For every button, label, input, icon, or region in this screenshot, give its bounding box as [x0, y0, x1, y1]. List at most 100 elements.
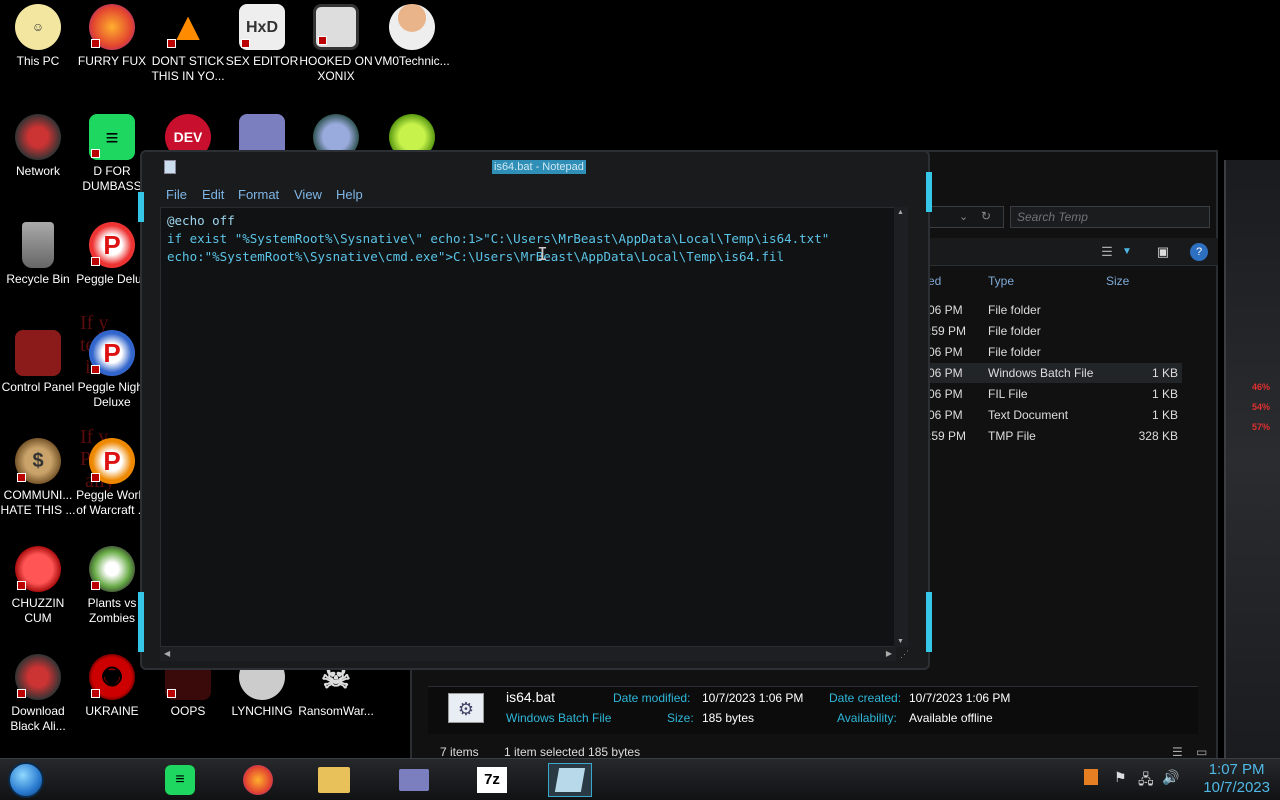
window-app-icon: [399, 769, 429, 791]
peggle-icon: P: [89, 222, 135, 268]
file-row[interactable]: :59 PM TMP File 328 KB: [928, 426, 1182, 446]
clock[interactable]: 1:07 PM 10/7/2023: [1203, 761, 1270, 797]
menu-view[interactable]: View: [294, 187, 322, 202]
desktop-icon-label: Recycle Bin: [6, 272, 70, 286]
desktop-icon-download-black-ali[interactable]: Download Black Ali...: [0, 654, 76, 734]
desktop-icon-furry-fux[interactable]: FURRY FUX: [74, 4, 150, 69]
file-row[interactable]: :59 PM File folder: [928, 321, 1182, 341]
help-icon[interactable]: ?: [1190, 243, 1208, 261]
scroll-left-icon[interactable]: ◀: [164, 649, 170, 658]
detail-modified: 10/7/2023 1:06 PM: [702, 691, 804, 705]
desktop-icon-chuzzin[interactable]: CHUZZIN CUM: [0, 546, 76, 626]
desktop-icon-recycle-bin[interactable]: Recycle Bin: [0, 222, 76, 287]
desktop-icon-peggle-delux[interactable]: P Peggle Delux: [74, 222, 150, 287]
scroll-down-icon[interactable]: ▼: [897, 638, 904, 645]
detail-size: 185 bytes: [702, 711, 755, 725]
detail-modified-label: Date modified:: [613, 691, 691, 705]
preview-pane-icon[interactable]: ▣: [1154, 243, 1172, 261]
taskbar-notepad[interactable]: [548, 763, 592, 797]
details-pane: ⚙ is64.bat Windows Batch File Date modif…: [428, 686, 1198, 734]
desktop-icon-control-panel[interactable]: Control Panel: [0, 330, 76, 395]
desktop-icon-label: DONT STICK THIS IN YO...: [151, 54, 225, 83]
vertical-scrollbar[interactable]: ▲ ▼: [894, 207, 908, 647]
peggle-wow-icon: P: [89, 438, 135, 484]
scroll-up-icon[interactable]: ▲: [897, 209, 904, 216]
doctor-icon: [389, 4, 435, 50]
scroll-right-icon[interactable]: ▶: [886, 649, 892, 658]
address-nav[interactable]: ⌄ ↻: [928, 206, 1004, 228]
volume-icon[interactable]: 🔊: [1162, 769, 1179, 786]
file-modified: :59 PM: [928, 429, 967, 443]
code-line: @echo off: [167, 213, 235, 228]
detail-size-label: Size:: [667, 711, 694, 725]
chevron-down-icon[interactable]: ▼: [1118, 243, 1136, 261]
menu-help[interactable]: Help: [336, 187, 363, 202]
column-date-modified[interactable]: ed: [928, 274, 941, 288]
column-size[interactable]: Size: [1106, 274, 1129, 288]
frame-accent: [138, 592, 144, 652]
view-options-icon[interactable]: ☰: [1098, 243, 1116, 261]
code-line: if exist "%SystemRoot%\Sysnative\" echo:…: [167, 231, 830, 246]
file-type: FIL File: [988, 387, 1028, 401]
menu-format[interactable]: Format: [238, 187, 279, 202]
desktop-icon-vm0technic[interactable]: VM0Technic...: [374, 4, 450, 69]
file-row-selected[interactable]: 06 PM Windows Batch File 1 KB: [928, 363, 1182, 383]
desktop-icon-label: Peggle Delux: [76, 272, 148, 286]
file-type: File folder: [988, 324, 1041, 338]
desktop-icon-communism[interactable]: $ COMMUNI... HATE THIS ...: [0, 438, 76, 518]
desktop-icon-ukraine[interactable]: ☢ UKRAINE: [74, 654, 150, 719]
notepad-window[interactable]: is64.bat - Notepad File Edit Format View…: [138, 150, 932, 670]
desktop-icon-this-pc[interactable]: ☺ This PC: [0, 4, 76, 69]
column-headers: ed Type Size: [928, 272, 1218, 290]
menu-edit[interactable]: Edit: [202, 187, 224, 202]
desktop-icon-peggle-wow[interactable]: P Peggle World of Warcraft ...: [74, 438, 150, 518]
refresh-icon[interactable]: ↻: [981, 209, 991, 223]
tiles-view-icon[interactable]: ▭: [1196, 745, 1207, 759]
search-input[interactable]: Search Temp: [1010, 206, 1210, 228]
file-size: 1 KB: [1151, 387, 1178, 401]
taskbar-7zip[interactable]: 7z: [470, 763, 514, 797]
desktop-icon-dont-stick[interactable]: ▲ DONT STICK THIS IN YO...: [150, 4, 226, 84]
gauge-label: 54%: [1251, 402, 1270, 412]
file-modified: 06 PM: [928, 408, 963, 422]
tray-app-icon[interactable]: [1084, 769, 1098, 785]
this-pc-icon: ☺: [15, 4, 61, 50]
action-center-flag-icon[interactable]: ⚑: [1114, 769, 1127, 786]
details-view-icon[interactable]: ☰: [1172, 745, 1183, 759]
desktop-icon-hooked-on-xonix[interactable]: HOOKED ON XONIX: [298, 4, 374, 84]
taskbar-window-app[interactable]: [392, 763, 436, 797]
menu-file[interactable]: File: [166, 187, 187, 202]
taskbar-spotify-doc[interactable]: ≡: [158, 763, 202, 797]
desktop-icon-d-for-dumbass[interactable]: ≡ D FOR DUMBASS: [74, 114, 150, 194]
radiation-icon: ☢: [89, 654, 135, 700]
taskbar-file-explorer[interactable]: [312, 763, 356, 797]
text-editor-area[interactable]: @echo off if exist "%SystemRoot%\Sysnativ…: [160, 207, 900, 647]
desktop-icon-label: FURRY FUX: [77, 54, 147, 68]
desktop-icon-label: COMMUNI... HATE THIS ...: [0, 488, 76, 517]
file-type: TMP File: [988, 429, 1036, 443]
desktop-icon-label: Peggle Night Deluxe: [77, 380, 147, 409]
file-row[interactable]: 06 PM Text Document 1 KB: [928, 405, 1182, 425]
file-row[interactable]: 06 PM FIL File 1 KB: [928, 384, 1182, 404]
desktop-icon-peggle-nights[interactable]: P Peggle Night Deluxe: [74, 330, 150, 410]
frame-accent: [926, 172, 932, 212]
plants-vs-zombies-icon: [89, 546, 135, 592]
start-orb-icon[interactable]: [8, 762, 44, 798]
desktop-icon-label: Network: [15, 164, 60, 178]
file-row[interactable]: 06 PM File folder: [928, 342, 1182, 362]
firefox-icon: [243, 765, 273, 795]
horizontal-scrollbar[interactable]: ◀ ▶: [160, 647, 896, 661]
desktop-icon-sex-editor[interactable]: HxD SEX EDITOR: [224, 4, 300, 69]
network-tray-icon[interactable]: 🖧: [1138, 769, 1154, 793]
file-size: 1 KB: [1151, 366, 1178, 380]
gauge-label: 46%: [1251, 382, 1270, 392]
resize-grip-icon[interactable]: ⋰: [900, 649, 909, 660]
chevron-down-icon[interactable]: ⌄: [959, 210, 968, 223]
folder-icon: [318, 767, 350, 793]
notepad-app-icon: [164, 160, 176, 174]
taskbar-firefox[interactable]: [236, 763, 280, 797]
file-row[interactable]: 06 PM File folder: [928, 300, 1182, 320]
file-type: File folder: [988, 303, 1041, 317]
desktop-icon-network[interactable]: Network: [0, 114, 76, 179]
column-type[interactable]: Type: [988, 274, 1014, 288]
